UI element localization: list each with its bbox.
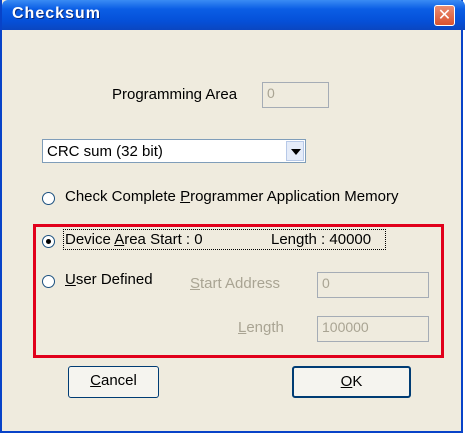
cancel-button[interactable]: Cancel [68,366,159,398]
checksum-dialog: Checksum ✕ Programming Area 0 CRC sum (3… [0,0,465,433]
close-button[interactable]: ✕ [434,5,455,26]
complete-memory-radio[interactable] [42,192,55,205]
length-label: Length [238,319,284,336]
device-area-radio[interactable] [42,235,55,248]
user-defined-label[interactable]: User Defined [65,271,153,288]
checksum-type-value: CRC sum (32 bit) [47,143,163,160]
window-title: Checksum [12,5,101,22]
dropdown-button[interactable] [286,141,304,161]
chevron-down-icon [291,149,301,155]
complete-memory-label[interactable]: Check Complete Programmer Application Me… [65,188,398,205]
user-defined-radio[interactable] [42,275,55,288]
title-bar[interactable]: Checksum ✕ [2,0,465,30]
start-address-label: Start Address [190,275,281,292]
close-icon[interactable]: ✕ [435,5,454,25]
start-address-input[interactable]: 0 [317,272,429,298]
programming-area-label: Programming Area [112,86,238,103]
length-input[interactable]: 100000 [317,316,429,342]
programming-area-input: 0 [262,82,329,108]
checksum-type-select[interactable]: CRC sum (32 bit) [42,139,306,163]
device-area-length: Length : 40000 [271,231,372,248]
device-area-label[interactable]: Device Area Start : 0 Length : 40000 [63,229,386,250]
ok-button[interactable]: OK [292,366,411,398]
